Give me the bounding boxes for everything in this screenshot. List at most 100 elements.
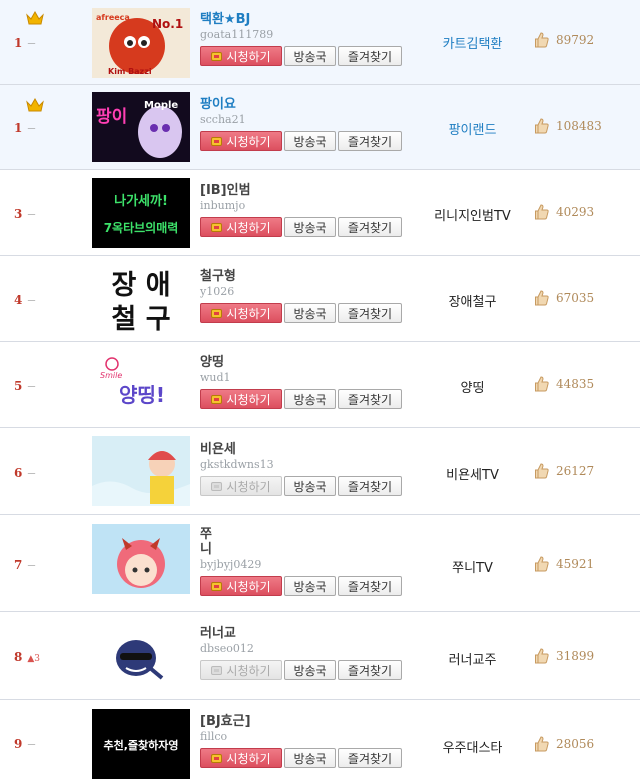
favorite-button[interactable]: 즐겨찾기 <box>338 576 402 596</box>
channel-name[interactable]: 러너교주 <box>420 649 525 668</box>
tv-icon <box>211 481 223 491</box>
list-item: 5ㅡ Smile 양띵! 양띵 wud1 시청하기 방송국 즐겨찾기 양띵 44… <box>0 342 640 428</box>
channel-name[interactable]: 카트김택환 <box>420 33 525 52</box>
list-item: 1ㅡ 팡이 Mople 팡이요 sccha21 시청하기 방송국 즐겨찾기 팡이… <box>0 85 640 170</box>
watch-button[interactable]: 시청하기 <box>200 389 282 409</box>
station-button[interactable]: 방송국 <box>284 46 336 66</box>
thumbs-up-icon <box>535 556 549 572</box>
bj-user-id: wud1 <box>200 371 231 384</box>
bj-thumbnail[interactable]: 추천,즐찾하자영 <box>92 709 190 779</box>
bj-user-id: sccha21 <box>200 113 246 126</box>
svg-text:afreeca: afreeca <box>96 13 130 22</box>
bj-thumbnail[interactable] <box>92 524 190 594</box>
favorite-button[interactable]: 즐겨찾기 <box>338 476 402 496</box>
watch-button[interactable]: 시청하기 <box>200 303 282 323</box>
favorite-button[interactable]: 즐겨찾기 <box>338 217 402 237</box>
list-item: 4ㅡ 장 애 철 구 철구형 y1026 시청하기 방송국 즐겨찾기 장애철구 … <box>0 256 640 342</box>
bj-thumbnail[interactable] <box>92 620 190 690</box>
bj-nickname[interactable]: 팡이요 <box>200 97 415 112</box>
recommend-score: 28056 <box>535 736 635 752</box>
bj-thumbnail[interactable]: 장 애 철 구 <box>92 264 190 334</box>
svg-text:No.1: No.1 <box>152 17 183 31</box>
bj-nickname[interactable]: 택환★BJ <box>200 12 415 27</box>
favorite-button[interactable]: 즐겨찾기 <box>338 389 402 409</box>
bj-nickname[interactable]: 철구형 <box>200 269 415 284</box>
channel-name[interactable]: 장애철구 <box>420 291 525 310</box>
favorite-button[interactable]: 즐겨찾기 <box>338 748 402 768</box>
tv-icon <box>211 51 223 61</box>
favorite-button[interactable]: 즐겨찾기 <box>338 303 402 323</box>
station-button[interactable]: 방송국 <box>284 217 336 237</box>
station-button[interactable]: 방송국 <box>284 576 336 596</box>
channel-name[interactable]: 팡이랜드 <box>420 119 525 138</box>
bj-user-id: goata111789 <box>200 28 274 41</box>
watch-button[interactable]: 시청하기 <box>200 46 282 66</box>
bj-thumbnail[interactable]: Smile 양띵! <box>92 350 190 420</box>
crown-icon <box>26 97 44 112</box>
channel-name[interactable]: 양띵 <box>420 377 525 396</box>
recommend-score: 108483 <box>535 118 635 134</box>
watch-button[interactable]: 시청하기 <box>200 660 282 680</box>
rank-number: 1ㅡ <box>14 36 36 50</box>
tv-icon <box>211 222 223 232</box>
tv-icon <box>211 394 223 404</box>
station-button[interactable]: 방송국 <box>284 303 336 323</box>
list-item: 1ㅡ afreeca No.1 Kim Bazzi 택환★BJ goata111… <box>0 0 640 85</box>
watch-button[interactable]: 시청하기 <box>200 476 282 496</box>
thumbs-up-icon <box>535 32 549 48</box>
list-item: 3ㅡ 나가세까! 7옥타브의매력 [IB]인범 inbumjo 시청하기 방송국… <box>0 170 640 256</box>
tv-icon <box>211 308 223 318</box>
bj-nickname[interactable]: 쭈 니 <box>200 527 415 557</box>
station-button[interactable]: 방송국 <box>284 748 336 768</box>
svg-text:팡이: 팡이 <box>96 107 127 127</box>
station-button[interactable]: 방송국 <box>284 389 336 409</box>
bj-user-id: y1026 <box>200 285 235 298</box>
watch-button[interactable]: 시청하기 <box>200 131 282 151</box>
station-button[interactable]: 방송국 <box>284 476 336 496</box>
bj-thumbnail[interactable]: 팡이 Mople <box>92 92 190 162</box>
bj-nickname[interactable]: 비욘세 <box>200 442 415 457</box>
bj-thumbnail[interactable] <box>92 436 190 506</box>
channel-name[interactable]: 우주대스타 <box>420 737 525 756</box>
rank-change: ㅡ <box>27 211 36 221</box>
bj-nickname[interactable]: 양띵 <box>200 355 415 370</box>
svg-text:나가세까!: 나가세까! <box>114 193 168 209</box>
bj-thumbnail[interactable]: afreeca No.1 Kim Bazzi <box>92 8 190 78</box>
station-button[interactable]: 방송국 <box>284 131 336 151</box>
watch-button[interactable]: 시청하기 <box>200 217 282 237</box>
bj-ranking-list: 1ㅡ afreeca No.1 Kim Bazzi 택환★BJ goata111… <box>0 0 640 783</box>
bj-thumbnail[interactable]: 나가세까! 7옥타브의매력 <box>92 178 190 248</box>
bj-nickname[interactable]: 러너교 <box>200 626 415 641</box>
thumbs-up-icon <box>535 376 549 392</box>
station-button[interactable]: 방송국 <box>284 660 336 680</box>
rank-number: 6ㅡ <box>14 466 36 480</box>
channel-name[interactable]: 쭈니TV <box>420 557 525 576</box>
list-item: 8 ▲3 러너교 dbseo012 시청하기 방송국 즐겨찾기 러너교주 3189… <box>0 612 640 700</box>
thumbs-up-icon <box>535 118 549 134</box>
svg-text:장 애: 장 애 <box>111 270 170 301</box>
rank-change: ㅡ <box>27 562 36 572</box>
thumbs-up-icon <box>535 290 549 306</box>
favorite-button[interactable]: 즐겨찾기 <box>338 660 402 680</box>
recommend-score: 89792 <box>535 32 635 48</box>
list-item: 9ㅡ 추천,즐찾하자영 [BJ효근] fillco 시청하기 방송국 즐겨찾기 … <box>0 700 640 783</box>
tv-icon <box>211 753 223 763</box>
rank-change: ㅡ <box>27 125 36 135</box>
recommend-score: 31899 <box>535 648 635 664</box>
channel-name[interactable]: 리니지인범TV <box>420 205 525 224</box>
thumbs-up-icon <box>535 204 549 220</box>
svg-text:추천,즐찾하자영: 추천,즐찾하자영 <box>103 738 178 752</box>
thumbs-up-icon <box>535 463 549 479</box>
channel-name[interactable]: 비욘세TV <box>420 464 525 483</box>
bj-nickname[interactable]: [BJ효근] <box>200 714 415 729</box>
rank-number: 5ㅡ <box>14 379 36 393</box>
tv-icon <box>211 581 223 591</box>
bj-nickname[interactable]: [IB]인범 <box>200 183 415 198</box>
rank-change: ㅡ <box>27 297 36 307</box>
favorite-button[interactable]: 즐겨찾기 <box>338 46 402 66</box>
rank-number: 4ㅡ <box>14 293 36 307</box>
watch-button[interactable]: 시청하기 <box>200 748 282 768</box>
watch-button[interactable]: 시청하기 <box>200 576 282 596</box>
favorite-button[interactable]: 즐겨찾기 <box>338 131 402 151</box>
crown-icon <box>26 10 44 25</box>
